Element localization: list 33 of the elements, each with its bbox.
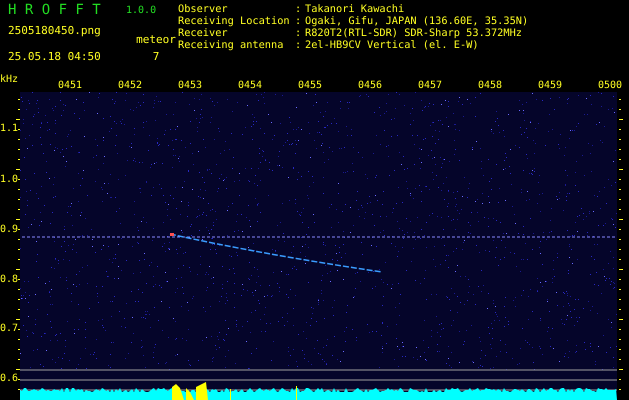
time-label: 0453	[178, 80, 202, 91]
info-label: Observer	[178, 3, 229, 15]
time-label: 0455	[298, 80, 322, 91]
time-label: 0456	[358, 80, 382, 91]
info-separator: :	[295, 27, 302, 39]
info-label: Receiver	[178, 27, 229, 39]
time-label: 0459	[538, 80, 562, 91]
info-separator: :	[295, 39, 302, 51]
datetime: 25.05.18 04:50	[8, 50, 102, 62]
info-separator: :	[295, 15, 302, 27]
frequency-label: 1.1	[0, 123, 18, 134]
info-value: Takanori Kawachi	[305, 3, 406, 15]
meteor-count: 7	[152, 50, 160, 62]
time-label: 0500	[598, 80, 622, 91]
time-label: 0458	[478, 80, 502, 91]
app-name: H R O F F T	[8, 2, 102, 18]
frequency-label: 1.0	[0, 174, 18, 185]
info-value: R820T2(RTL-SDR) SDR-Sharp 53.372MHz	[305, 27, 523, 39]
frequency-label: 0.9	[0, 224, 18, 235]
info-label: Receiving Location	[178, 15, 291, 27]
filename: 2505180450.png	[8, 24, 102, 37]
frequency-label: 0.7	[0, 323, 18, 334]
info-separator: :	[295, 3, 302, 15]
info-label: Receiving antenna	[178, 39, 284, 51]
time-label: 0451	[58, 80, 82, 91]
info-value: 2el-HB9CV Vertical (el. E-W)	[305, 39, 480, 51]
time-label: 0457	[418, 80, 442, 91]
unit-label: kHz	[0, 74, 18, 85]
frequency-label: 0.6	[0, 373, 18, 384]
time-label: 0454	[238, 80, 262, 91]
frequency-label: 0.8	[0, 274, 18, 285]
time-label: 0452	[118, 80, 142, 91]
info-value: Ogaki, Gifu, JAPAN (136.60E, 35.35N)	[305, 15, 528, 27]
